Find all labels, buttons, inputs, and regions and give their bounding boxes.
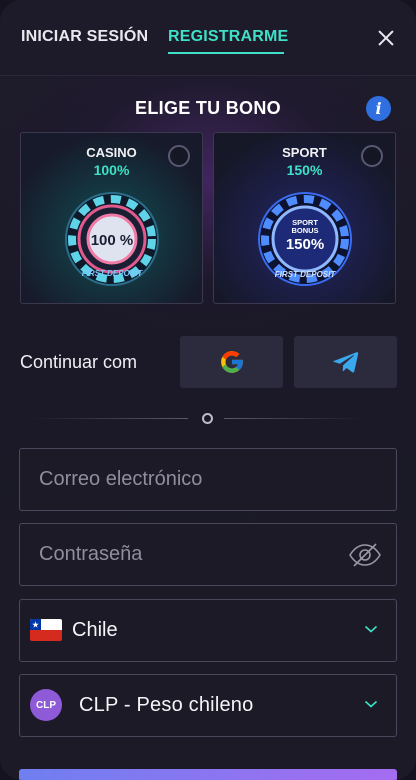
password-field[interactable] xyxy=(19,523,397,586)
sport-chip-line2: BONUS xyxy=(291,226,318,235)
currency-badge: CLP xyxy=(30,689,62,721)
country-value: Chile xyxy=(72,619,118,641)
tab-login[interactable]: INICIAR SESIÓN xyxy=(21,28,148,46)
active-tab-indicator xyxy=(168,52,284,54)
bonus-card-sport[interactable]: SPORT 150% SPORT BONUS 150% FIRST DEPOSI… xyxy=(213,132,396,304)
bonus-radio-sport[interactable] xyxy=(361,145,383,167)
chevron-down-icon xyxy=(364,625,378,633)
continue-with-label: Continuar com xyxy=(20,352,138,372)
divider-circle xyxy=(202,413,213,424)
casino-chip-icon: 100 % FIRST DEPOSIT xyxy=(64,192,159,286)
email-field[interactable] xyxy=(19,448,397,511)
bonus-title: ELIGE TU BONO xyxy=(135,98,281,118)
auth-header: INICIAR SESIÓN REGISTRARME xyxy=(0,0,416,76)
currency-value: CLP - Peso chileno xyxy=(79,694,254,716)
sport-chip-icon: SPORT BONUS 150% FIRST DEPOSIT xyxy=(257,192,352,286)
bonus-card-casino[interactable]: CASINO 100% 100 % FIRST DEPOSIT xyxy=(20,132,203,304)
google-icon xyxy=(220,351,243,373)
tab-register[interactable]: REGISTRARME xyxy=(168,28,288,46)
chile-flag-icon xyxy=(30,619,62,641)
eye-slash-icon[interactable] xyxy=(348,542,382,568)
google-login-button[interactable] xyxy=(180,336,283,388)
divider-left xyxy=(30,418,188,419)
telegram-icon xyxy=(332,352,358,373)
sport-chip-text: 150% xyxy=(285,236,323,253)
casino-chip-text: 100 % xyxy=(90,232,133,249)
registration-panel: INICIAR SESIÓN REGISTRARME ELIGE TU BONO… xyxy=(0,0,416,780)
close-icon[interactable] xyxy=(376,28,396,48)
country-select[interactable]: Chile xyxy=(19,599,397,662)
bonus-radio-casino[interactable] xyxy=(168,145,190,167)
info-icon[interactable]: i xyxy=(366,96,391,121)
divider-right xyxy=(224,418,364,419)
sport-chip-ring-text: FIRST DEPOSIT xyxy=(274,270,336,279)
password-input[interactable] xyxy=(20,524,396,585)
telegram-login-button[interactable] xyxy=(294,336,397,388)
casino-chip-ring-text: FIRST DEPOSIT xyxy=(81,269,143,278)
chevron-down-icon xyxy=(364,700,378,708)
currency-select[interactable]: CLP CLP - Peso chileno xyxy=(19,674,397,737)
email-input[interactable] xyxy=(20,449,396,510)
register-button[interactable] xyxy=(19,769,397,780)
